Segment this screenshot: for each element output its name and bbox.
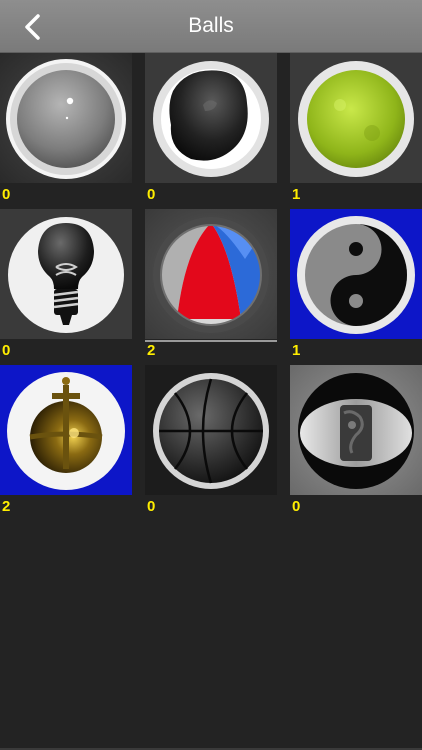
ball-tile-orb: 2: [0, 365, 132, 521]
yin-yang-ball-thumbnail[interactable]: [290, 209, 422, 339]
ball-count: 1: [292, 186, 301, 203]
beach-ball-thumbnail[interactable]: [145, 209, 277, 339]
lightbulb-ball-thumbnail[interactable]: [0, 209, 132, 339]
balls-screen: Balls 0 0 1 0 2 1 2 0 0: [0, 0, 422, 750]
ball-count: 0: [292, 498, 301, 515]
page-title: Balls: [188, 14, 234, 37]
earth-slice-ball-thumbnail[interactable]: [290, 365, 422, 495]
ball-tile-beach: 2: [145, 209, 277, 365]
selection-underline: [145, 340, 277, 342]
ball-count: 0: [2, 186, 11, 203]
tennis-ball-thumbnail[interactable]: [290, 53, 422, 183]
ball-count: 2: [2, 498, 11, 515]
ball-count: 0: [2, 342, 11, 359]
ball-tile-lightbulb: 0: [0, 209, 132, 365]
pearl-ball-thumbnail[interactable]: [0, 53, 132, 183]
ball-tile-yin-yang: 1: [290, 209, 422, 365]
ball-tile-pearl: 0: [0, 53, 132, 209]
orb-ball-thumbnail[interactable]: [0, 365, 132, 495]
basketball-ball-thumbnail[interactable]: [145, 365, 277, 495]
ball-count: 1: [292, 342, 301, 359]
ball-tile-tennis: 1: [290, 53, 422, 209]
ball-count: 0: [147, 498, 156, 515]
ball-tile-earth-slice: 0: [290, 365, 422, 521]
black-blob-ball-thumbnail[interactable]: [145, 53, 277, 183]
ball-count: 2: [147, 342, 156, 359]
top-bar: Balls: [0, 0, 422, 53]
ball-count: 0: [147, 186, 156, 203]
ball-tile-basketball: 0: [145, 365, 277, 521]
ball-tile-black-blob: 0: [145, 53, 277, 209]
